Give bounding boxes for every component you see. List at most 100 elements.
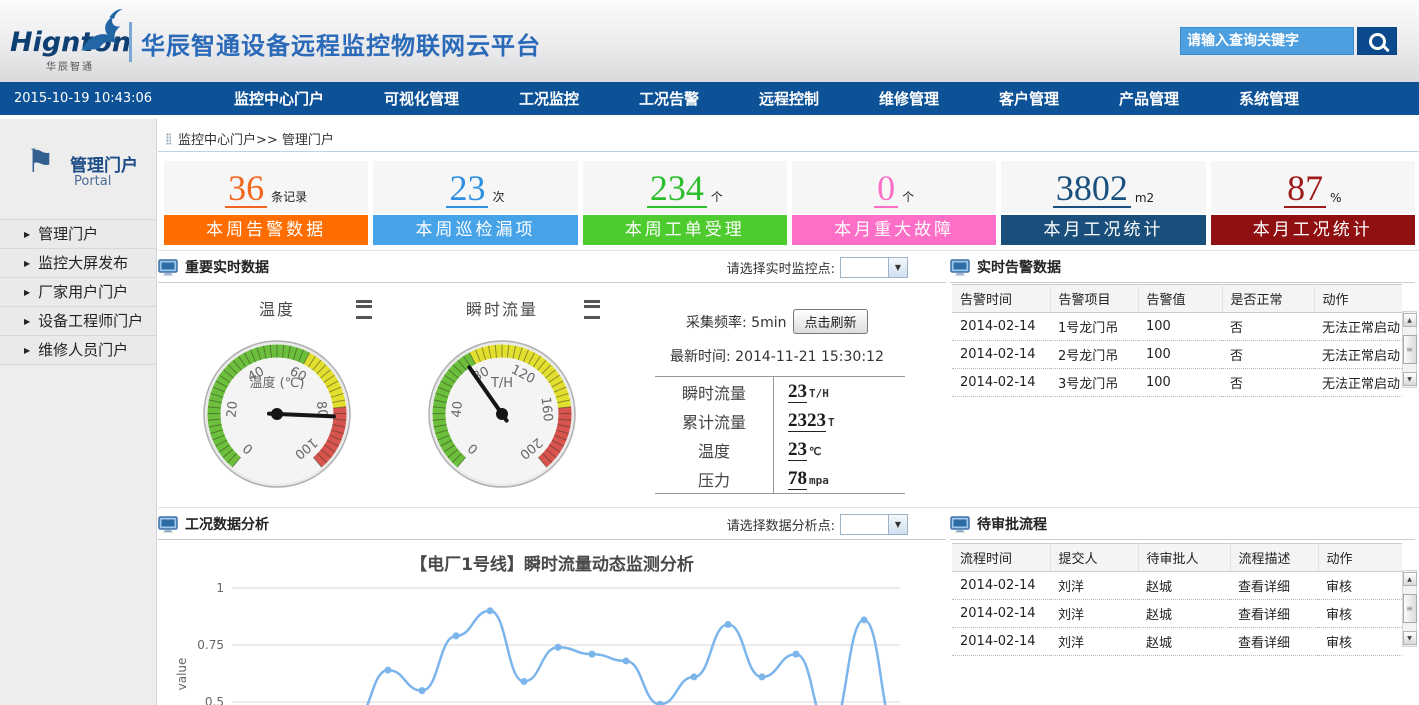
nav-item-3[interactable]: 工况监控	[519, 88, 579, 109]
nav-item-4[interactable]: 工况告警	[639, 88, 699, 109]
monitor-icon	[950, 259, 970, 276]
table-row[interactable]: 2014-02-143号龙门吊100否无法正常启动	[952, 369, 1402, 397]
svg-text:温度 (℃): 温度 (℃)	[250, 375, 305, 391]
triangle-icon: ▶	[24, 259, 30, 268]
stat-label[interactable]: 本周巡检漏项	[373, 215, 577, 245]
section-title: 工况数据分析	[185, 514, 269, 534]
scroll-thumb[interactable]: ≡	[1403, 594, 1417, 623]
search-box	[1180, 27, 1397, 55]
search-button[interactable]	[1357, 27, 1397, 55]
approval-table-scrollbar[interactable]: ▲ ≡ ▼	[1402, 570, 1417, 647]
metrics-table: 瞬时流量23T/H累计流量2323T温度23℃压力78mpa	[655, 376, 905, 494]
metric-row: 瞬时流量23T/H	[655, 377, 905, 406]
stat-label[interactable]: 本周工单受理	[583, 215, 787, 245]
sidebar-item-label: 监控大屏发布	[38, 254, 128, 272]
realtime-data-panel: 温度 020406080100温度 (℃) 瞬时流量 0408012016020…	[158, 283, 946, 507]
nav-items: 监控中心门户 可视化管理 工况监控 工况告警 远程控制 维修管理 客户管理 产品管理 系统管理	[204, 88, 1419, 109]
sidebar-item-5[interactable]: ▶维修人员门户	[0, 336, 156, 365]
dropdown-arrow-icon[interactable]: ▼	[888, 258, 907, 277]
breadcrumb: 监控中心门户>> 管理门户	[166, 129, 334, 148]
nav-item-7[interactable]: 客户管理	[999, 88, 1059, 109]
breadcrumb-divider	[158, 151, 1419, 152]
table-row[interactable]: 2014-02-142号龙门吊100否无法正常启动	[952, 341, 1402, 369]
sidebar-item-3[interactable]: ▶厂家用户门户	[0, 278, 156, 307]
column-header: 是否正常	[1222, 285, 1314, 313]
stat-card-4: 0个本月重大故障	[792, 161, 996, 245]
analysis-section-header: 工况数据分析 请选择数据分析点: ▼	[158, 509, 946, 540]
metric-value[interactable]: 2323	[788, 410, 826, 432]
alarm-table-scrollbar[interactable]: ▲ ≡ ▼	[1402, 311, 1417, 388]
table-row[interactable]: 2014-02-14刘洋赵城查看详细审核	[952, 572, 1402, 600]
scroll-up-icon[interactable]: ▲	[1403, 572, 1417, 586]
stat-card-2: 23次本周巡检漏项	[373, 161, 577, 245]
stat-label[interactable]: 本月重大故障	[792, 215, 996, 245]
metric-label: 累计流量	[655, 406, 774, 435]
table-row[interactable]: 2014-02-141号龙门吊100否无法正常启动	[952, 313, 1402, 341]
column-header: 动作	[1314, 285, 1402, 313]
nav-item-1[interactable]: 监控中心门户	[234, 88, 324, 109]
stat-card-6: 87%本月工况统计	[1211, 161, 1415, 245]
triangle-icon: ▶	[24, 288, 30, 297]
stat-value[interactable]: 87	[1284, 172, 1326, 208]
nav-item-8[interactable]: 产品管理	[1119, 88, 1179, 109]
search-input[interactable]	[1180, 27, 1354, 55]
table-header-row: 流程时间提交人待审批人流程描述动作	[952, 544, 1402, 572]
metric-value[interactable]: 23	[788, 439, 807, 461]
monitor-point-select[interactable]: ▼	[840, 257, 908, 278]
metric-value[interactable]: 78	[788, 468, 807, 490]
stat-label[interactable]: 本周告警数据	[164, 215, 368, 245]
app-title: 华辰智通设备远程监控物联网云平台	[141, 26, 541, 61]
metric-value[interactable]: 23	[788, 381, 807, 403]
sidebar-item-label: 管理门户	[38, 225, 98, 243]
scroll-thumb[interactable]: ≡	[1403, 335, 1417, 364]
column-header: 待审批人	[1138, 544, 1230, 572]
search-icon	[1369, 33, 1386, 50]
scroll-up-icon[interactable]: ▲	[1403, 313, 1417, 327]
svg-text:1: 1	[216, 581, 224, 595]
app-header: Hignton 华辰智通 华辰智通设备远程监控物联网云平台	[0, 0, 1419, 83]
dashboard: Hignton 华辰智通 华辰智通设备远程监控物联网云平台 2015-10-19…	[0, 0, 1419, 705]
grip-icon	[166, 133, 171, 145]
stat-label[interactable]: 本月工况统计	[1211, 215, 1415, 245]
nav-item-2[interactable]: 可视化管理	[384, 88, 459, 109]
gauge-title-temperature: 温度	[202, 296, 352, 320]
stat-value[interactable]: 23	[446, 172, 488, 208]
analysis-point-select[interactable]: ▼	[840, 514, 908, 535]
sidebar: ⚑ 管理门户 Portal ▶管理门户▶监控大屏发布▶厂家用户门户▶设备工程师门…	[0, 119, 157, 705]
section-title: 待审批流程	[977, 514, 1047, 534]
stat-value[interactable]: 3802	[1053, 172, 1131, 208]
scroll-down-icon[interactable]: ▼	[1403, 631, 1417, 645]
alarm-section-header: 实时告警数据	[950, 252, 1415, 283]
table-header-row: 告警时间告警项目告警值是否正常动作	[952, 285, 1402, 313]
section-title: 重要实时数据	[185, 257, 269, 277]
latest-time: 最新时间: 2014-11-21 15:30:12	[670, 346, 884, 366]
sidebar-item-4[interactable]: ▶设备工程师门户	[0, 307, 156, 336]
metric-label: 瞬时流量	[655, 377, 774, 406]
monitor-icon	[950, 516, 970, 533]
dropdown-arrow-icon[interactable]: ▼	[888, 515, 907, 534]
stat-value[interactable]: 36	[225, 172, 267, 208]
gauge-menu-icon[interactable]	[584, 300, 600, 319]
stat-value[interactable]: 234	[647, 172, 707, 208]
title-divider	[129, 22, 132, 62]
sidebar-item-1[interactable]: ▶管理门户	[0, 220, 156, 249]
stat-cards: 36条记录本周告警数据23次本周巡检漏项234个本周工单受理0个本月重大故障38…	[164, 161, 1415, 245]
monitor-icon	[158, 516, 178, 533]
gauge-menu-icon[interactable]	[356, 300, 372, 319]
nav-item-6[interactable]: 维修管理	[879, 88, 939, 109]
nav-item-9[interactable]: 系统管理	[1239, 88, 1299, 109]
sidebar-item-2[interactable]: ▶ 监控大屏发布	[0, 249, 156, 278]
monitor-icon	[158, 259, 178, 276]
stat-value[interactable]: 0	[874, 172, 898, 208]
stat-label[interactable]: 本月工况统计	[1001, 215, 1205, 245]
scroll-down-icon[interactable]: ▼	[1403, 372, 1417, 386]
svg-text:0.75: 0.75	[197, 638, 224, 652]
logo[interactable]: Hignton 华辰智通	[10, 10, 130, 73]
triangle-icon: ▶	[24, 346, 30, 355]
nav-item-5[interactable]: 远程控制	[759, 88, 819, 109]
refresh-button[interactable]: 点击刷新	[793, 309, 867, 334]
table-row[interactable]: 2014-02-14刘洋赵城查看详细审核	[952, 600, 1402, 628]
breadcrumb-text: 监控中心门户>> 管理门户	[178, 129, 334, 148]
metric-unit: ℃	[809, 445, 821, 458]
table-row[interactable]: 2014-02-14刘洋赵城查看详细审核	[952, 628, 1402, 656]
